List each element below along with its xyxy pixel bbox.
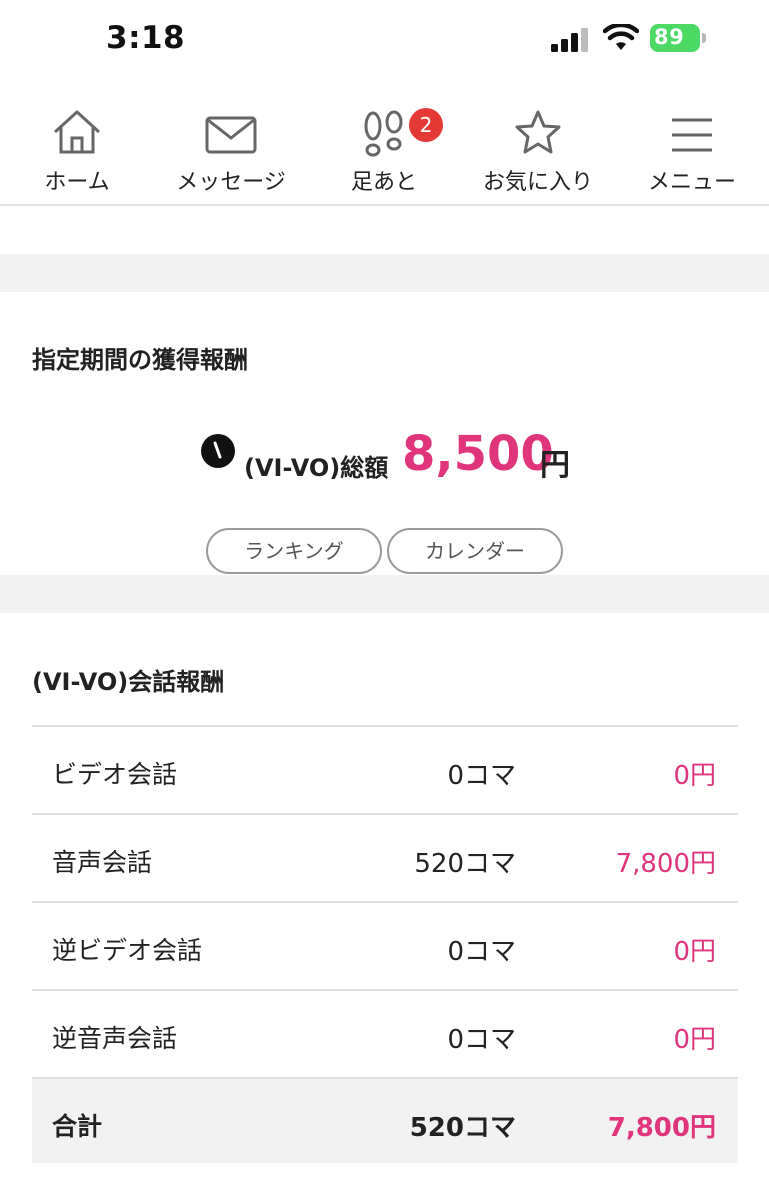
table-row: 逆ビデオ会話 0コマ 0円 xyxy=(32,901,738,989)
row-yen: 0円 xyxy=(673,761,716,791)
status-bar: 3:18 89 xyxy=(0,0,769,78)
nav-item-footprints[interactable]: 2 足あと xyxy=(307,92,461,204)
total-row-yen: 7,800円 xyxy=(607,1113,716,1143)
table-row: 音声会話 520コマ 7,800円 xyxy=(32,813,738,901)
nav-item-home[interactable]: ホーム xyxy=(0,92,154,204)
footprints-icon xyxy=(364,110,403,157)
row-name: 音声会話 xyxy=(52,848,153,877)
row-name: ビデオ会話 xyxy=(52,760,178,789)
star-icon xyxy=(515,110,561,154)
battery-indicator: 89 xyxy=(650,24,706,52)
nav-label-menu: メニュー xyxy=(647,170,736,195)
row-koma: 0コマ xyxy=(447,761,516,791)
row-yen: 0円 xyxy=(673,937,716,967)
nav-label-favorites: お気に入り xyxy=(482,170,593,195)
total-amount: 8,500 xyxy=(402,426,554,482)
battery-tip xyxy=(702,33,706,43)
nav-item-messages[interactable]: メッセージ xyxy=(154,92,308,204)
footprints-badge: 2 xyxy=(409,108,443,142)
total-earnings: (VI-VO)総額 8,500 円 xyxy=(0,420,769,490)
conversation-earnings-table: ビデオ会話 0コマ 0円 音声会話 520コマ 7,800円 逆ビデオ会話 0コ… xyxy=(32,725,738,1163)
row-yen: 0円 xyxy=(673,1025,716,1055)
section-divider xyxy=(0,575,769,613)
nav-label-footprints: 足あと xyxy=(350,170,417,195)
table-row: 逆音声会話 0コマ 0円 xyxy=(32,989,738,1077)
earnings-section-title: 指定期間の獲得報酬 xyxy=(32,346,248,374)
top-navigation: ホーム メッセージ 2 足あと お気に入り メニュー xyxy=(0,92,769,206)
section-divider xyxy=(0,254,769,292)
hamburger-menu-icon xyxy=(672,118,712,152)
row-koma: 520コマ xyxy=(414,849,516,879)
total-currency: 円 xyxy=(540,448,570,483)
nav-item-favorites[interactable]: お気に入り xyxy=(461,92,615,204)
calendar-button[interactable]: カレンダー xyxy=(387,528,563,574)
row-name: 逆音声会話 xyxy=(52,1024,178,1053)
conversation-section-title: (VI-VO)会話報酬 xyxy=(32,668,225,696)
battery-level: 89 xyxy=(654,25,685,49)
vivo-logo-icon xyxy=(201,434,235,468)
table-row: ビデオ会話 0コマ 0円 xyxy=(32,725,738,813)
mail-icon xyxy=(205,116,257,154)
status-time: 3:18 xyxy=(106,20,186,56)
total-row-koma: 520コマ xyxy=(409,1113,516,1143)
total-row-name: 合計 xyxy=(52,1112,103,1141)
row-koma: 0コマ xyxy=(447,937,516,967)
cellular-signal-icon xyxy=(551,28,588,52)
home-icon xyxy=(53,110,101,154)
nav-label-messages: メッセージ xyxy=(176,170,286,195)
ranking-button[interactable]: ランキング xyxy=(206,528,382,574)
nav-label-home: ホーム xyxy=(44,170,110,195)
nav-item-menu[interactable]: メニュー xyxy=(615,92,769,204)
row-yen: 7,800円 xyxy=(615,849,716,879)
row-koma: 0コマ xyxy=(447,1025,516,1055)
table-total-row: 合計 520コマ 7,800円 xyxy=(32,1077,738,1163)
wifi-icon xyxy=(603,24,639,50)
total-label: (VI-VO)総額 xyxy=(244,454,389,482)
row-name: 逆ビデオ会話 xyxy=(52,936,203,965)
